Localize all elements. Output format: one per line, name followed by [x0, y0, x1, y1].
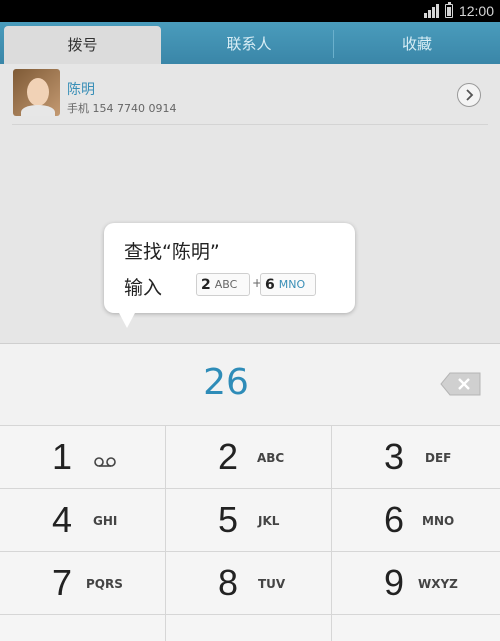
tooltip-pointer: [118, 311, 136, 328]
tooltip-title: 查找“陈明”: [124, 241, 220, 263]
dial-key-8[interactable]: 8 TUV: [166, 551, 332, 614]
dial-key-9[interactable]: 9 WXYZ: [332, 551, 500, 614]
voicemail-icon: [94, 457, 116, 467]
chevron-right-icon[interactable]: [457, 83, 481, 107]
dial-key-2[interactable]: 2 ABC: [166, 425, 332, 488]
dial-key-6[interactable]: 6 MNO: [332, 488, 500, 551]
dial-key-0[interactable]: [166, 614, 332, 641]
status-bar: 12:00: [0, 0, 500, 22]
row-divider: [12, 124, 488, 125]
tab-dial[interactable]: 拨号: [4, 26, 161, 64]
dial-key-4[interactable]: 4 GHI: [0, 488, 166, 551]
dial-key-5[interactable]: 5 JKL: [166, 488, 332, 551]
hint-key-6: 6 MNO: [260, 273, 316, 296]
dial-key-7[interactable]: 7 PQRS: [0, 551, 166, 614]
tooltip-input-label: 输入: [124, 277, 163, 299]
contact-result-row[interactable]: 陈明 手机 154 7740 0914: [0, 64, 500, 124]
tab-bar: 拨号 联系人 收藏: [0, 22, 500, 64]
contact-number: 手机 154 7740 0914: [67, 102, 177, 115]
tab-favorites[interactable]: 收藏: [334, 22, 500, 64]
contact-name: 陈明: [67, 82, 95, 98]
dialer-panel: 26 1 2 ABC 3 DEF 4 GHI 5 JKL 6 MNO 7 PQR…: [0, 343, 500, 641]
hint-key-2: 2 ABC: [196, 273, 250, 296]
signal-icon: [423, 4, 439, 18]
entered-number: 26: [203, 362, 249, 403]
status-time: 12:00: [458, 3, 494, 19]
battery-icon: [444, 2, 453, 18]
tab-contacts[interactable]: 联系人: [166, 22, 332, 64]
dial-key-1[interactable]: 1: [0, 425, 166, 488]
dial-key-star[interactable]: [0, 614, 166, 641]
dial-key-3[interactable]: 3 DEF: [332, 425, 500, 488]
backspace-icon[interactable]: [440, 372, 482, 396]
dial-key-hash[interactable]: [332, 614, 500, 641]
avatar[interactable]: [13, 69, 60, 116]
search-hint-tooltip: 查找“陈明” 输入 2 ABC + 6 MNO: [104, 223, 355, 313]
